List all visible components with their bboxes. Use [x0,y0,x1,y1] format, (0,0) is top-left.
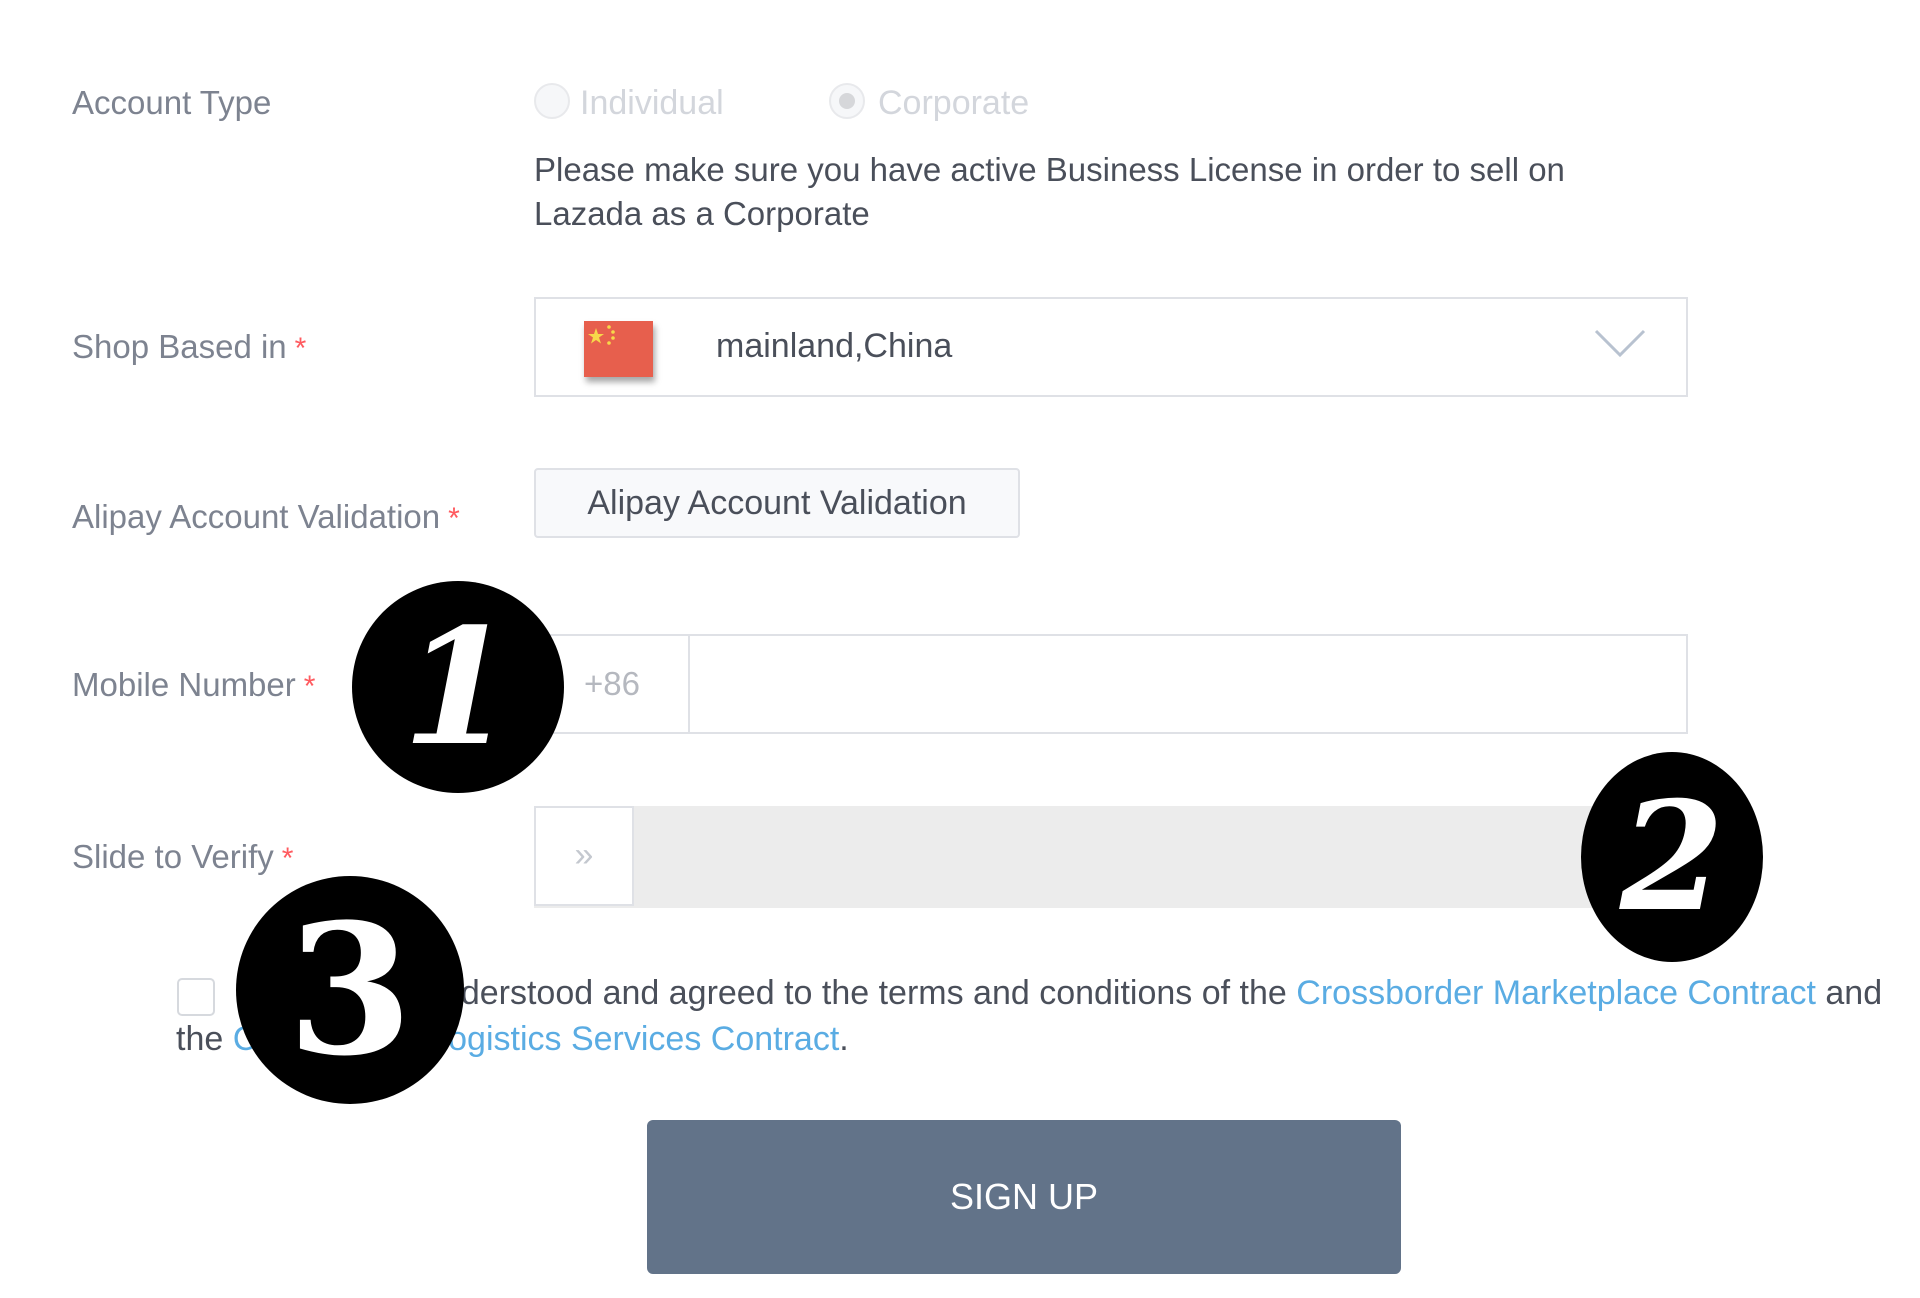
sign-up-button[interactable]: SIGN UP [647,1120,1401,1274]
required-mark: * [294,332,307,365]
selected-country: mainland,China [716,327,953,365]
radio-corporate-label[interactable]: Corporate [878,84,1029,123]
slide-handle[interactable]: » [534,806,634,906]
double-chevron-right-icon: » [574,836,594,874]
mobile-number-label: Mobile Number * [72,666,316,703]
alipay-validation-button[interactable]: Alipay Account Validation [534,468,1020,538]
required-mark: * [303,670,316,703]
china-flag-icon [584,321,653,377]
required-mark: * [281,842,294,875]
required-mark: * [448,502,460,535]
marketplace-contract-link[interactable]: Crossborder Marketplace Contract [1296,974,1816,1012]
mobile-number-field: +86 [534,634,1688,734]
corporate-license-note: Please make sure you have active Busines… [534,151,1565,232]
annotation-badge-1: 1 [352,581,564,793]
radio-corporate[interactable] [829,83,865,119]
chevron-down-icon[interactable] [1594,329,1646,359]
slide-verify-track[interactable]: » [534,806,1688,908]
annotation-badge-3: 3 [236,876,464,1104]
radio-individual[interactable] [534,83,570,119]
alipay-validation-label: Alipay Account Validation * [72,498,460,535]
account-type-label: Account Type [72,84,272,121]
radio-individual-label[interactable]: Individual [580,84,724,123]
annotation-badge-2: 2 [1581,752,1763,962]
mobile-number-input[interactable] [692,636,1686,732]
slide-verify-label: Slide to Verify * [72,838,294,875]
shop-based-in-label: Shop Based in * [72,328,307,365]
shop-country-dropdown[interactable]: mainland,China [534,297,1688,397]
